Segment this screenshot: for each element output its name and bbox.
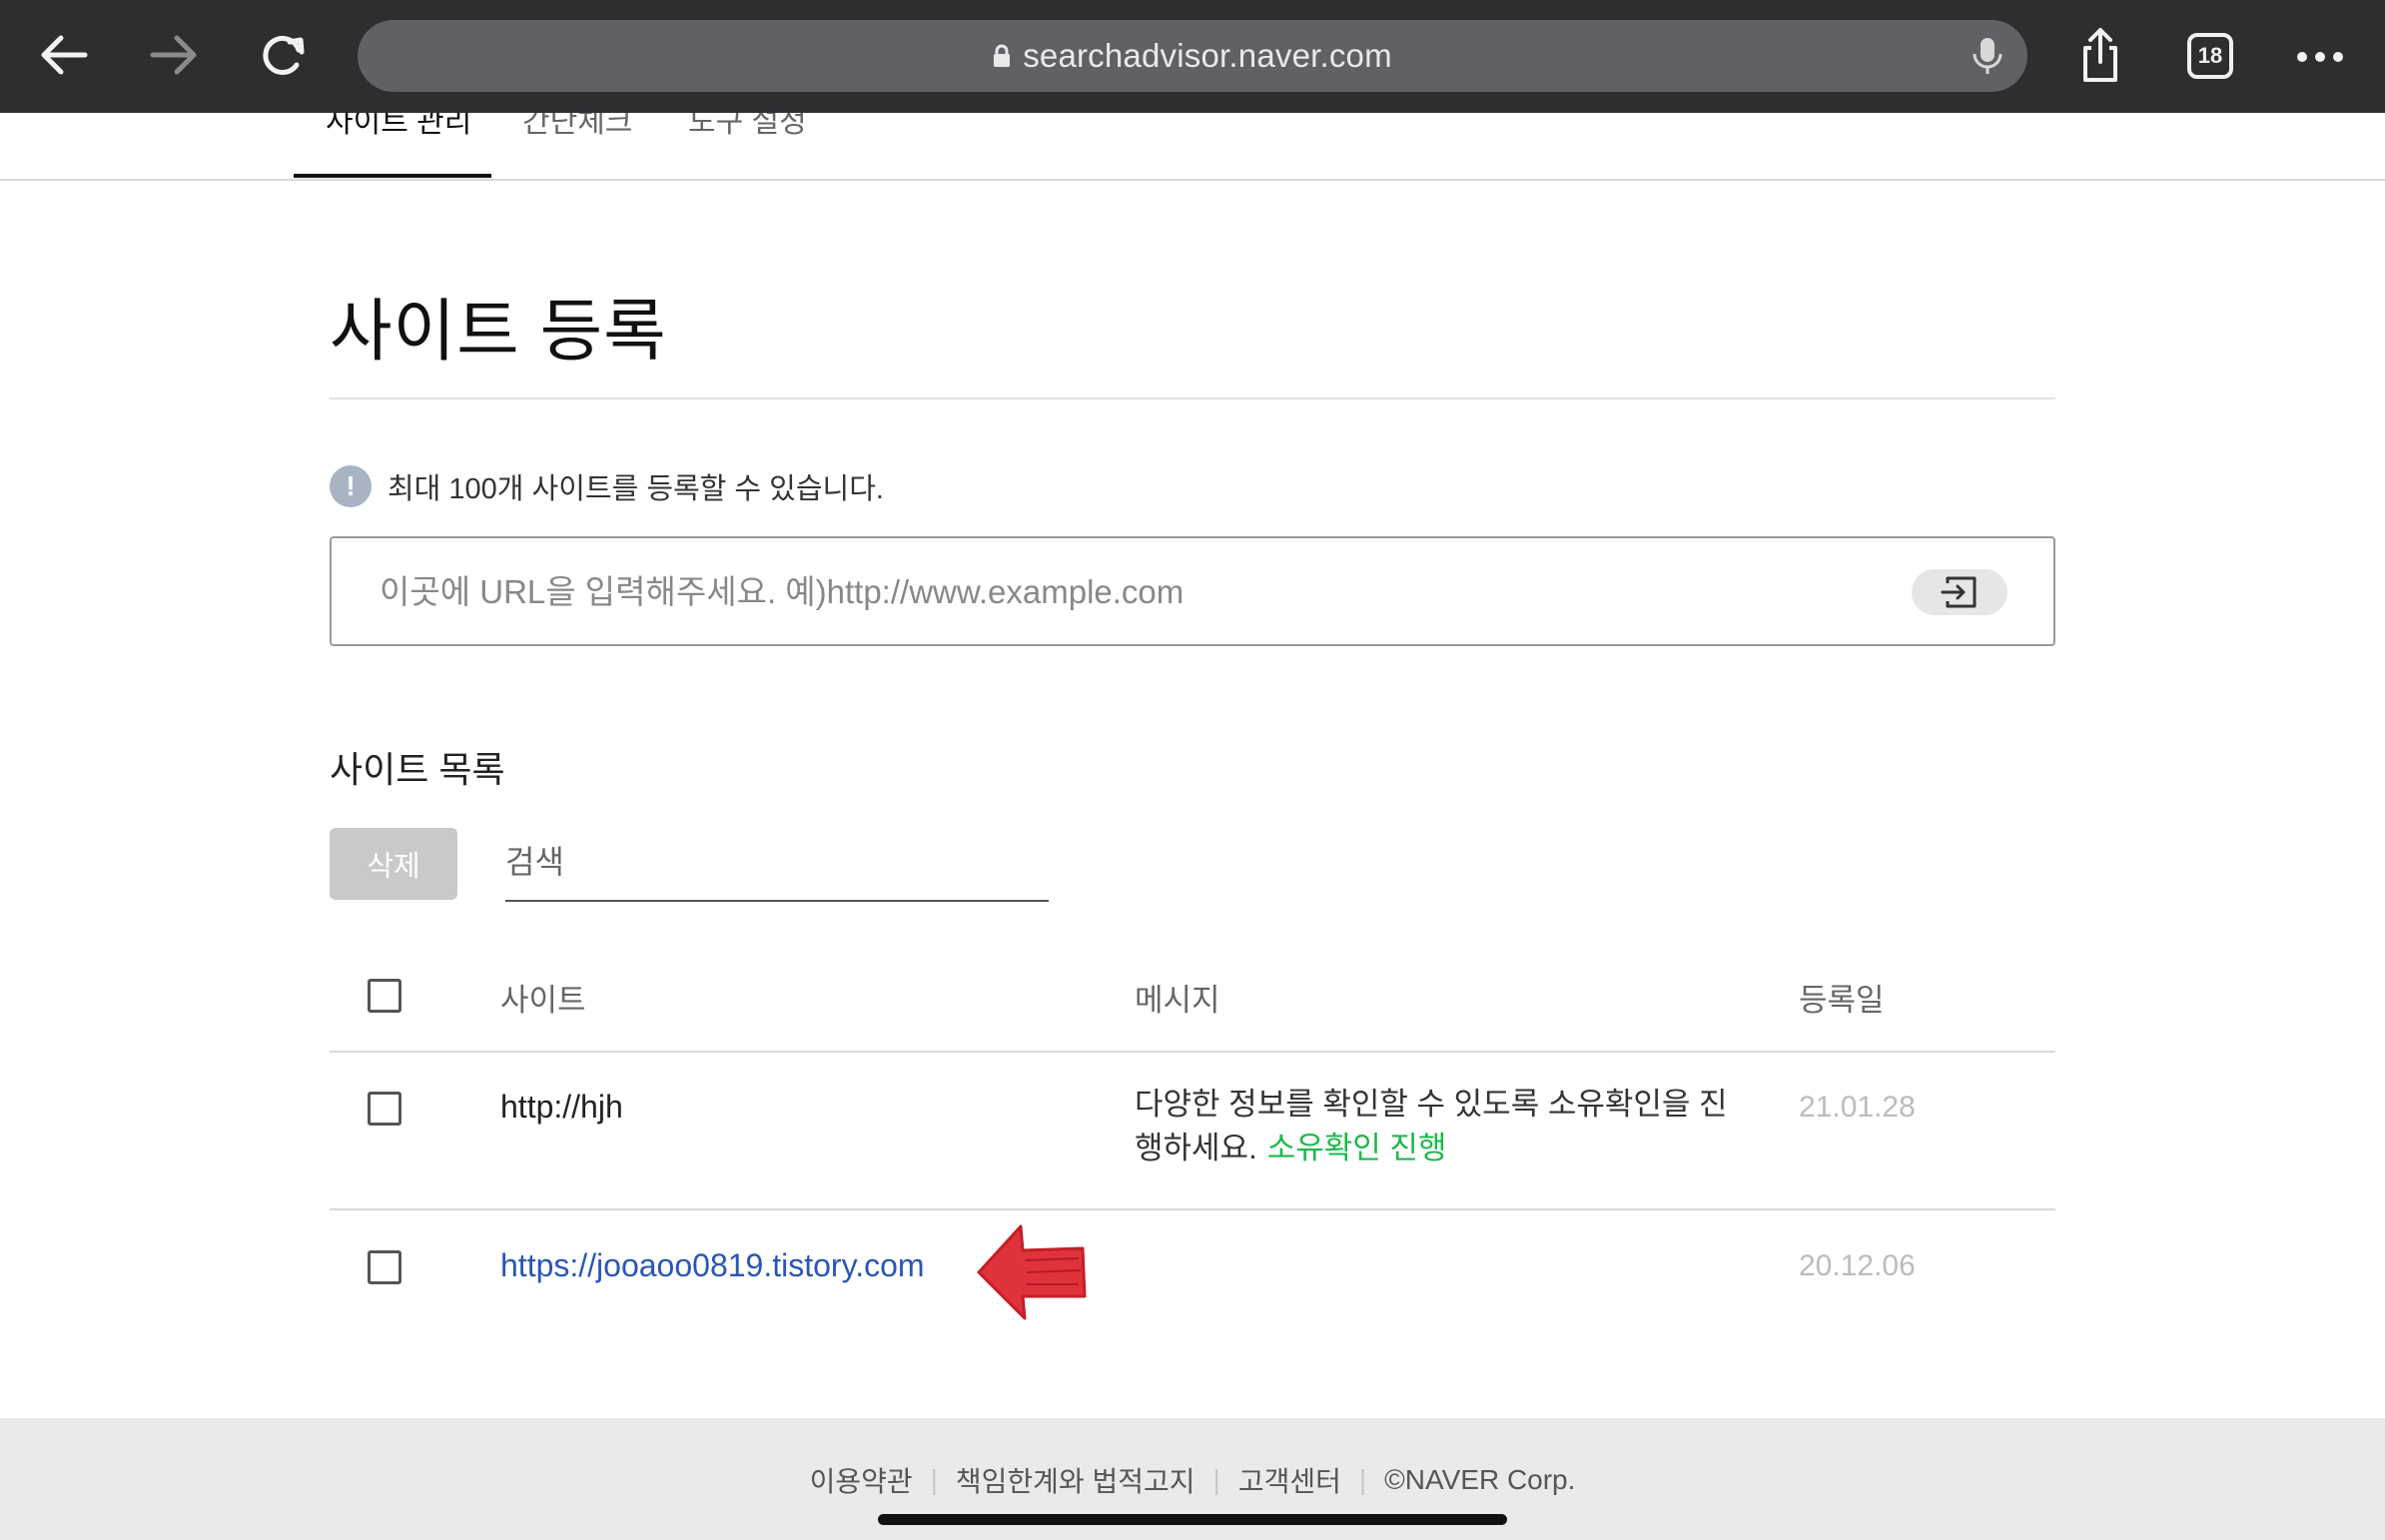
column-header-date: 등록일 [1799,983,1885,1018]
row-message: 다양한 정보를 확인할 수 있도록 소유확인을 진행하세요. 소유확인 진행 [1135,1083,1754,1170]
site-url: http://hjh [500,1089,623,1125]
site-nav: 사이트 관리 간단체크 도구 설정 [0,113,2385,181]
tabs-icon[interactable]: 18 [2187,33,2233,79]
row-checkbox[interactable] [368,1092,401,1126]
tab-count: 18 [2197,43,2223,68]
notice: ! 최대 100개 사이트를 등록할 수 있습니다. [330,465,884,507]
red-arrow-annotation [977,1224,1087,1320]
tab-site-management[interactable]: 사이트 관리 [326,113,471,141]
header-divider [330,1051,2055,1053]
registration-date: 21.01.28 [1799,1091,1916,1124]
search-field [505,828,1049,902]
legal-notice-link[interactable]: 책임한계와 법적고지 [956,1460,1195,1500]
row-divider [330,1208,2055,1210]
page-title: 사이트 등록 [330,294,667,370]
separator: | [930,1464,938,1495]
customer-center-link[interactable]: 고객센터 [1238,1460,1341,1500]
url-input-container [330,536,2055,646]
registration-date: 20.12.06 [1799,1249,1916,1282]
separator: | [1212,1464,1220,1495]
back-icon[interactable] [29,20,99,90]
footer-links: 이용약관 | 책임한계와 법적고지 | 고객센터 | ©NAVER Corp. [0,1460,2385,1500]
more-icon[interactable] [2287,20,2357,90]
column-header-message: 메시지 [1135,983,1220,1018]
address-bar[interactable]: searchadvisor.naver.com [358,20,2027,92]
enter-icon [1941,576,1977,608]
search-input[interactable] [505,828,1049,896]
divider [330,397,2055,399]
browser-toolbar: searchadvisor.naver.com 18 [0,0,2385,113]
terms-link[interactable]: 이용약관 [810,1460,913,1500]
copyright: ©NAVER Corp. [1384,1464,1576,1495]
home-indicator[interactable] [878,1514,1507,1525]
select-all-checkbox[interactable] [368,979,401,1013]
share-icon[interactable] [2065,20,2135,90]
column-header-site: 사이트 [500,983,586,1018]
microphone-icon[interactable] [1966,34,2009,78]
delete-button[interactable]: 삭제 [330,828,457,900]
register-button[interactable] [1912,569,2007,615]
site-url-link[interactable]: https://jooaoo0819.tistory.com [500,1247,925,1284]
url-input[interactable] [378,538,1780,646]
reload-icon[interactable] [249,20,319,90]
separator: | [1358,1464,1367,1495]
tab-tool-settings[interactable]: 도구 설정 [688,113,807,141]
site-list-title: 사이트 목록 [330,749,505,790]
ownership-verify-link[interactable]: 소유확인 진행 [1267,1131,1447,1165]
active-tab-indicator [294,174,491,178]
info-icon: ! [330,465,372,507]
forward-icon[interactable] [139,20,209,90]
url-text: searchadvisor.naver.com [1023,37,1392,74]
row-checkbox[interactable] [368,1250,401,1284]
notice-text: 최대 100개 사이트를 등록할 수 있습니다. [388,473,884,505]
lock-icon [994,44,1011,67]
tab-quick-check[interactable]: 간단체크 [522,113,632,141]
